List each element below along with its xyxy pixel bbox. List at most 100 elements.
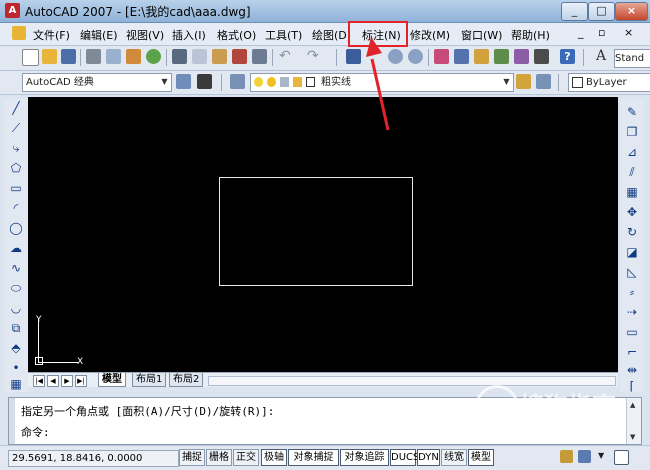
revision-cloud-icon[interactable]: ☁ xyxy=(9,241,23,255)
extend-icon[interactable]: ⇢ xyxy=(625,305,639,319)
make-object-layer-current-icon[interactable] xyxy=(516,74,531,89)
my-workspace-icon[interactable] xyxy=(197,74,212,89)
calculator-icon[interactable] xyxy=(534,49,549,64)
scroll-up-icon[interactable]: ▲ xyxy=(630,401,635,409)
paste-icon[interactable] xyxy=(212,49,227,64)
ellipse-arc-icon[interactable]: ◡ xyxy=(9,301,23,315)
model-toggle[interactable]: 模型 xyxy=(468,449,494,466)
text-style-combo[interactable]: Stand xyxy=(614,49,650,68)
prev-tab-button[interactable]: ◀ xyxy=(47,375,59,387)
tab-layout1[interactable]: 布局1 xyxy=(132,373,167,387)
offset-icon[interactable]: ⫽ xyxy=(625,165,639,179)
drawn-rectangle[interactable] xyxy=(219,177,413,286)
rotate-icon[interactable]: ↻ xyxy=(625,225,639,239)
redo-icon[interactable]: ↷ xyxy=(307,49,322,64)
grid-toggle[interactable]: 栅格 xyxy=(206,449,232,466)
move-icon[interactable]: ✥ xyxy=(625,205,639,219)
plot-preview-icon[interactable] xyxy=(106,49,121,64)
menu-format[interactable]: 格式(O) xyxy=(217,27,256,43)
close-button[interactable]: × xyxy=(615,2,648,21)
scroll-down-icon[interactable]: ▼ xyxy=(630,433,635,441)
menu-tools[interactable]: 工具(T) xyxy=(265,27,302,43)
hatch-icon[interactable]: ▦ xyxy=(9,377,23,391)
clean-screen-icon[interactable] xyxy=(614,450,629,465)
command-scrollbar[interactable]: ▲ ▼ xyxy=(626,398,641,444)
workspace-combo[interactable]: AutoCAD 经典 ▼ xyxy=(22,73,172,92)
menu-file[interactable]: 文件(F) xyxy=(33,27,70,43)
maximize-button[interactable]: □ xyxy=(588,2,615,21)
help-icon[interactable]: ? xyxy=(560,49,575,64)
workspace-settings-icon[interactable] xyxy=(176,74,191,89)
next-tab-button[interactable]: ▶ xyxy=(61,375,73,387)
drawing-area[interactable]: Y X xyxy=(28,37,618,373)
ortho-toggle[interactable]: 正交 xyxy=(233,449,259,466)
3d-dwf-icon[interactable] xyxy=(146,49,161,64)
status-menu-arrow-icon[interactable]: ▼ xyxy=(598,451,604,460)
print-icon[interactable] xyxy=(86,49,101,64)
ellipse-icon[interactable]: ⬭ xyxy=(9,281,23,295)
color-control-combo[interactable]: ByLayer xyxy=(568,73,650,92)
circle-icon[interactable]: ◯ xyxy=(9,221,23,235)
autocad-app-icon[interactable]: A xyxy=(5,3,20,18)
rectangle-icon[interactable]: ▭ xyxy=(9,181,23,195)
new-file-icon[interactable] xyxy=(22,49,39,66)
match-properties-icon[interactable] xyxy=(232,49,247,64)
trim-icon[interactable]: ⸗ xyxy=(625,285,639,299)
dyn-toggle[interactable]: DYN xyxy=(417,449,440,466)
layer-manager-icon[interactable] xyxy=(230,74,245,89)
chamfer-icon[interactable]: ⌐ xyxy=(625,345,639,359)
tab-model[interactable]: 模型 xyxy=(98,373,126,387)
otrack-toggle[interactable]: 对象追踪 xyxy=(340,449,389,466)
break-icon[interactable]: ▭ xyxy=(625,325,639,339)
save-icon[interactable] xyxy=(61,49,76,64)
array-icon[interactable]: ▦ xyxy=(625,185,639,199)
doc-minimize-button[interactable]: _ xyxy=(578,26,584,39)
ducs-toggle[interactable]: DUCS xyxy=(390,449,419,466)
lineweight-toggle[interactable]: 线宽 xyxy=(441,449,467,466)
arc-icon[interactable]: ◜ xyxy=(9,201,23,215)
document-icon[interactable] xyxy=(12,26,26,40)
cut-icon[interactable] xyxy=(172,49,187,64)
minimize-button[interactable]: _ xyxy=(561,2,588,21)
fillet-icon[interactable]: ⌈ xyxy=(625,379,639,393)
menu-draw[interactable]: 绘图(D) xyxy=(312,27,351,43)
osnap-toggle[interactable]: 对象捕捉 xyxy=(288,449,339,466)
coordinates-readout[interactable]: 29.5691, 18.8416, 0.0000 xyxy=(8,450,179,467)
menu-view[interactable]: 视图(V) xyxy=(126,27,164,43)
first-tab-button[interactable]: |◀ xyxy=(33,375,45,387)
zoom-window-icon[interactable] xyxy=(408,49,423,64)
horizontal-scrollbar[interactable] xyxy=(208,376,616,386)
doc-close-button[interactable]: × xyxy=(624,26,633,39)
scale-icon[interactable]: ◪ xyxy=(625,245,639,259)
copy-object-icon[interactable]: ❐ xyxy=(625,125,639,139)
menu-edit[interactable]: 编辑(E) xyxy=(80,27,118,43)
spline-icon[interactable]: ∿ xyxy=(9,261,23,275)
command-prompt[interactable]: 命令: xyxy=(21,424,50,440)
design-center-icon[interactable] xyxy=(454,49,469,64)
text-style-icon[interactable]: A xyxy=(596,49,611,64)
communication-center-icon[interactable] xyxy=(578,450,591,463)
explode-icon[interactable]: ⇹ xyxy=(625,363,639,377)
command-window-grip[interactable] xyxy=(9,398,15,444)
snap-toggle[interactable]: 捕捉 xyxy=(179,449,205,466)
polyline-icon[interactable]: ⤷ xyxy=(9,141,23,155)
menu-insert[interactable]: 插入(I) xyxy=(172,27,206,43)
undo-icon[interactable]: ↶ xyxy=(279,49,294,64)
publish-icon[interactable] xyxy=(126,49,141,64)
open-folder-icon[interactable] xyxy=(42,49,57,64)
lock-icon[interactable] xyxy=(560,450,573,463)
copy-icon[interactable] xyxy=(192,49,207,64)
insert-block-icon[interactable]: ⧉ xyxy=(9,321,23,335)
tool-palettes-icon[interactable] xyxy=(474,49,489,64)
line-icon[interactable]: ╱ xyxy=(9,101,23,115)
construction-line-icon[interactable]: ⟋ xyxy=(9,121,23,135)
sheet-set-icon[interactable] xyxy=(494,49,509,64)
erase-icon[interactable]: ✎ xyxy=(625,105,639,119)
menu-modify[interactable]: 修改(M) xyxy=(410,27,450,43)
markup-icon[interactable] xyxy=(514,49,529,64)
tab-layout2[interactable]: 布局2 xyxy=(169,373,204,387)
stretch-icon[interactable]: ◺ xyxy=(625,265,639,279)
point-icon[interactable]: • xyxy=(9,361,23,375)
properties-icon[interactable] xyxy=(434,49,449,64)
block-editor-icon[interactable] xyxy=(252,49,267,64)
